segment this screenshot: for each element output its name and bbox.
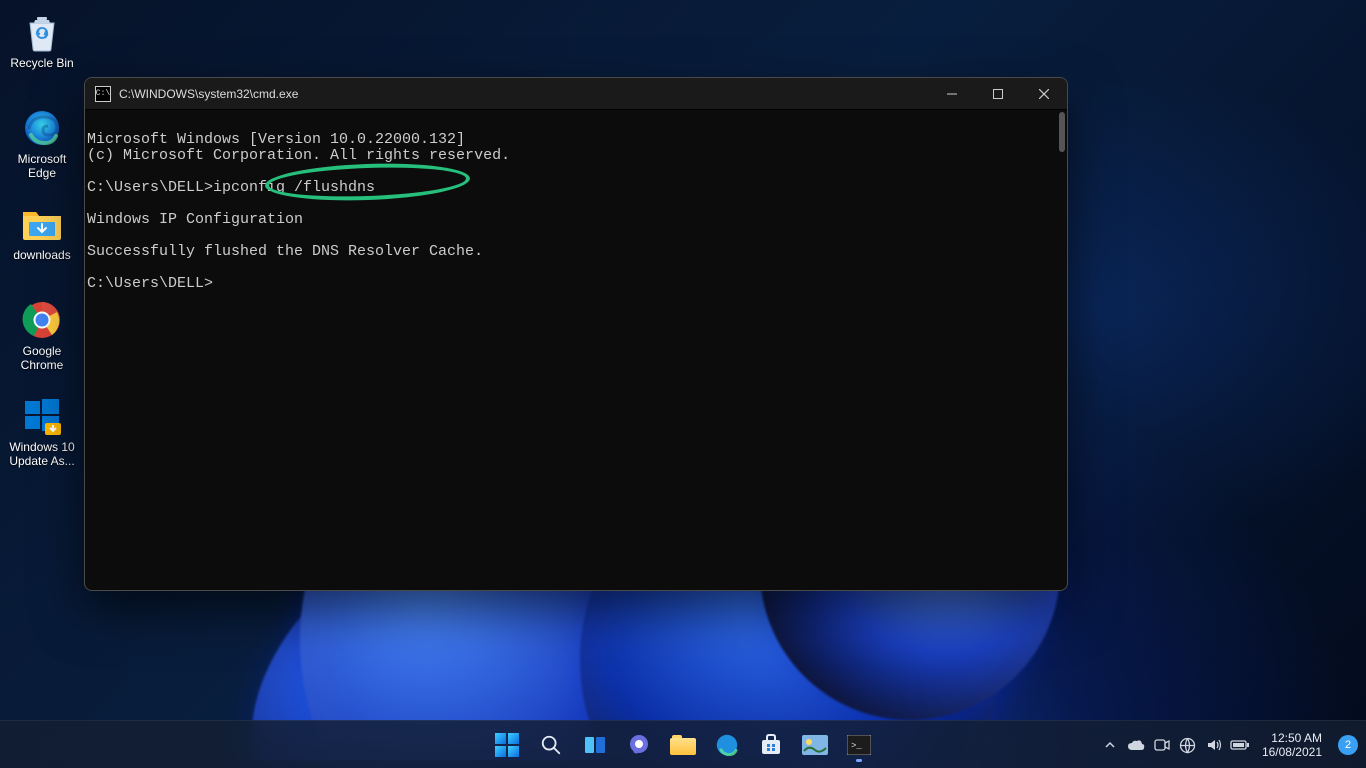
chat-icon xyxy=(627,733,651,757)
battery-icon xyxy=(1230,739,1250,751)
chevron-up-icon xyxy=(1104,739,1116,751)
store-icon xyxy=(759,733,783,757)
desktop-icon-label: Microsoft Edge xyxy=(6,152,78,180)
desktop-icon-downloads[interactable]: downloads xyxy=(4,198,80,288)
tray-battery[interactable] xyxy=(1228,721,1252,768)
close-button[interactable] xyxy=(1021,78,1067,110)
taskview-button[interactable] xyxy=(575,725,615,765)
taskbar-center: >_ xyxy=(487,721,879,768)
clock-time: 12:50 AM xyxy=(1271,731,1322,745)
cmd-output-line: Successfully flushed the DNS Resolver Ca… xyxy=(87,243,483,260)
taskbar: >_ 12:50 AM xyxy=(0,720,1366,768)
cmd-title: C:\WINDOWS\system32\cmd.exe xyxy=(119,87,298,101)
recycle-bin-icon xyxy=(20,10,64,54)
maximize-button[interactable] xyxy=(975,78,1021,110)
notification-badge[interactable]: 2 xyxy=(1338,735,1358,755)
desktop-icon-label: Google Chrome xyxy=(6,344,78,372)
cmd-app-icon: C:\ xyxy=(95,86,111,102)
clock-date: 16/08/2021 xyxy=(1262,745,1322,759)
search-button[interactable] xyxy=(531,725,571,765)
windows-update-icon xyxy=(20,394,64,438)
globe-icon xyxy=(1179,737,1196,754)
notification-count: 2 xyxy=(1345,739,1351,751)
chrome-icon xyxy=(20,298,64,342)
downloads-folder-icon xyxy=(20,202,64,246)
desktop-icon-win10-update[interactable]: Windows 10 Update As... xyxy=(4,390,80,480)
windows-logo-icon xyxy=(495,733,519,757)
svg-text:>_: >_ xyxy=(851,741,862,751)
cmd-output-line: C:\Users\DELL>ipconfig /flushdns xyxy=(87,179,375,196)
chat-button[interactable] xyxy=(619,725,659,765)
desktop-icon-label: Recycle Bin xyxy=(10,56,73,70)
desktop[interactable]: Recycle Bin Microsoft Edge xyxy=(0,0,1366,768)
cmd-output-line: (c) Microsoft Corporation. All rights re… xyxy=(87,147,510,164)
taskview-icon xyxy=(583,733,607,757)
search-icon xyxy=(540,734,562,756)
minimize-button[interactable] xyxy=(929,78,975,110)
store-button[interactable] xyxy=(751,725,791,765)
cmd-prompt: C:\Users\DELL> xyxy=(87,275,213,292)
cmd-terminal[interactable]: Microsoft Windows [Version 10.0.22000.13… xyxy=(85,110,1067,590)
cmd-output-line: Microsoft Windows [Version 10.0.22000.13… xyxy=(87,131,465,148)
cmd-window[interactable]: C:\ C:\WINDOWS\system32\cmd.exe Microsof… xyxy=(84,77,1068,591)
tray-volume[interactable] xyxy=(1202,721,1226,768)
tray-meetnow[interactable] xyxy=(1150,721,1174,768)
cmd-taskbar-button[interactable]: >_ xyxy=(839,725,879,765)
widgets-button[interactable] xyxy=(795,725,835,765)
cmd-titlebar[interactable]: C:\ C:\WINDOWS\system32\cmd.exe xyxy=(85,78,1067,110)
taskbar-clock[interactable]: 12:50 AM 16/08/2021 xyxy=(1254,721,1330,768)
edge-icon xyxy=(20,106,64,150)
cloud-icon xyxy=(1127,739,1145,751)
file-explorer-icon xyxy=(670,735,696,755)
volume-icon xyxy=(1206,737,1222,753)
cmd-output-line: Windows IP Configuration xyxy=(87,211,303,228)
camera-icon xyxy=(1154,738,1170,752)
desktop-icon-label: downloads xyxy=(13,248,70,262)
cmd-icon: >_ xyxy=(847,735,871,755)
desktop-icons: Recycle Bin Microsoft Edge xyxy=(4,6,84,486)
tray-network[interactable] xyxy=(1176,721,1200,768)
edge-button[interactable] xyxy=(707,725,747,765)
desktop-icon-recycle-bin[interactable]: Recycle Bin xyxy=(4,6,80,96)
widgets-icon xyxy=(802,735,828,755)
tray-chevron[interactable] xyxy=(1098,721,1122,768)
start-button[interactable] xyxy=(487,725,527,765)
explorer-button[interactable] xyxy=(663,725,703,765)
desktop-icon-label: Windows 10 Update As... xyxy=(6,440,78,468)
desktop-icon-edge[interactable]: Microsoft Edge xyxy=(4,102,80,192)
edge-icon xyxy=(715,733,739,757)
terminal-scrollbar[interactable] xyxy=(1059,112,1065,152)
tray-onedrive[interactable] xyxy=(1124,721,1148,768)
taskbar-tray: 12:50 AM 16/08/2021 2 xyxy=(1098,721,1364,768)
desktop-icon-chrome[interactable]: Google Chrome xyxy=(4,294,80,384)
